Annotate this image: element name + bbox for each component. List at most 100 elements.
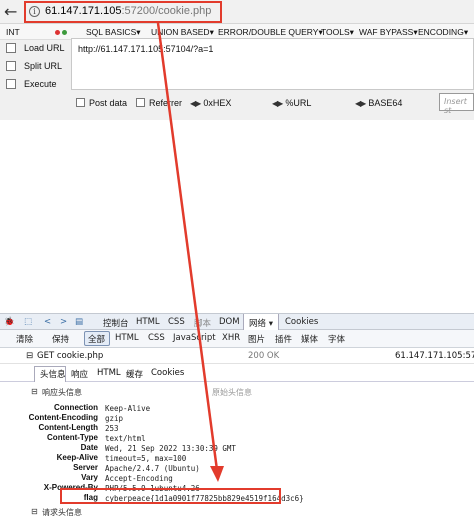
inspect-icon[interactable]: ⬚ [24,317,32,327]
address-bar: ← i 61.147.171.105:57200/cookie.php [0,0,474,24]
filter-html[interactable]: HTML [115,333,139,343]
tab-css[interactable]: CSS [168,317,185,327]
filter-media[interactable]: 媒体 [301,333,318,345]
response-headers-title: 响应头信息 [42,388,82,397]
filter-css[interactable]: CSS [148,333,165,343]
url-host: 61.147.171.105 [45,5,122,17]
referrer-checkbox[interactable]: Referrer [136,98,182,108]
request-status: 200 OK [248,351,280,361]
base64-arrows-icon: ◀▶ [355,99,366,108]
arrow-head [210,466,224,482]
menu-encoding[interactable]: ENCODING▾ [418,27,468,38]
url-encode-button[interactable]: ◀▶ %URL [272,98,311,108]
tab-console[interactable]: 控制台 [103,317,129,329]
filter-javascript[interactable]: JavaScript [173,333,216,343]
tab-detail-cookies[interactable]: Cookies [151,368,184,378]
request-label: GET cookie.php [37,351,104,361]
header-key: Content-Encoding [28,413,98,422]
base64-encode-button[interactable]: ◀▶ BASE64 [355,98,402,108]
header-key: Server [73,463,98,472]
referrer-check-icon [136,98,145,107]
filter-images[interactable]: 图片 [248,333,265,345]
request-headers-section: ⊟ 请求头信息 [0,507,474,518]
load-url-icon [6,43,16,53]
filter-all[interactable]: 全部 [88,333,105,345]
menu-encoding-label: ENCODING [418,27,464,37]
menu-error-label: ERROR/DOUBLE QUERY [218,27,319,37]
menu-tools-label: TOOLS [321,27,350,37]
url-textarea[interactable]: http://61.147.171.105:57104/?a=1 [71,38,474,90]
tab-network[interactable]: 网络 ▾ [249,317,273,329]
tab-detail-html[interactable]: HTML [97,368,121,378]
header-value: Accept-Encoding [105,474,173,483]
red-dot-icon [55,30,60,35]
execute-icon [6,79,16,89]
green-dot-icon [62,30,68,35]
info-icon[interactable]: i [29,6,40,17]
raw-headers-link[interactable]: 原始头信息 [212,387,252,398]
hex-label: 0xHEX [203,98,232,108]
request-row[interactable]: ⊟ GET cookie.php 200 OK 61.147.171.105:5… [0,348,474,364]
header-value: 253 [105,424,119,433]
menu-waf-label: WAF BYPASS [359,27,414,37]
header-value: Apache/2.4.7 (Ubuntu) [105,464,200,473]
nav-forward-icon[interactable]: > [60,317,67,327]
request-detail-tabs: 头信息 响应 HTML 缓存 Cookies [0,364,474,382]
response-headers-section: ⊟ 响应头信息 原始头信息 [0,385,474,399]
back-arrow-icon[interactable]: ← [4,3,22,21]
devtools-toolbar: 🐞 ⬚ < > ▤ 控制台 HTML CSS 脚本 DOM 网络 ▾ Cooki… [0,313,474,330]
collapse-icon[interactable]: ⊟ [26,351,33,361]
tab-cache[interactable]: 缓存 [126,368,143,380]
header-value: text/html [105,434,146,443]
menu-union-based[interactable]: UNION BASED▾ [151,27,214,38]
flag-highlight-box [60,488,281,504]
section-collapse-icon[interactable]: ⊟ [31,387,38,396]
referrer-label: Referrer [149,98,183,108]
firebug-icon[interactable]: 🐞 [4,317,15,327]
menu-sql-basics-label: SQL BASICS [86,27,137,37]
nav-back-icon[interactable]: < [44,317,51,327]
network-filter-bar: 清除 保持 全部 HTML CSS JavaScript XHR 图片 插件 媒… [0,330,474,348]
menu-int[interactable]: INT [6,27,20,37]
split-url-button[interactable]: Split URL [24,61,62,71]
insert-string-input[interactable]: Insert st [439,93,474,115]
menu-sql-basics[interactable]: SQL BASICS▾ [86,27,141,38]
console-icon[interactable]: ▤ [75,317,83,327]
hex-encode-button[interactable]: ◀▶ 0xHEX [190,98,231,108]
request-section-collapse-icon[interactable]: ⊟ [31,507,38,516]
post-data-label: Post data [89,98,128,108]
post-data-checkbox[interactable]: Post data [76,98,127,108]
filter-plugins[interactable]: 插件 [275,333,292,345]
tab-headers[interactable]: 头信息 [40,368,66,380]
header-value: timeout=5, max=100 [105,454,187,463]
split-url-icon [6,61,16,71]
tab-response[interactable]: 响应 [71,368,88,380]
header-value: gzip [105,414,124,423]
header-key: Content-Length [38,423,98,432]
filter-xhr[interactable]: XHR [222,333,240,343]
url-arrows-icon: ◀▶ [272,99,283,108]
header-key: Vary [81,473,98,482]
tab-html[interactable]: HTML [136,317,160,327]
tab-script[interactable]: 脚本 [194,317,211,329]
url-path: :57200/cookie.php [121,5,212,17]
url-field[interactable]: 61.147.171.105:57200/cookie.php [45,5,211,17]
url-encode-label: %URL [285,98,312,108]
execute-button[interactable]: Execute [24,79,57,89]
menu-error-double-query[interactable]: ERROR/DOUBLE QUERY▾ [218,27,323,38]
tab-cookies[interactable]: Cookies [285,317,318,327]
menu-tools[interactable]: TOOLS▾ [321,27,354,38]
load-url-button[interactable]: Load URL [24,43,65,53]
menu-waf-bypass[interactable]: WAF BYPASS▾ [359,27,418,38]
header-key: Date [80,443,98,452]
persist-button[interactable]: 保持 [52,333,69,345]
header-key: Content-Type [47,433,98,442]
request-headers-title: 请求头信息 [42,508,82,517]
post-data-check-icon [76,98,85,107]
clear-button[interactable]: 清除 [16,333,33,345]
header-value: Wed, 21 Sep 2022 13:30:39 GMT [105,444,236,453]
menu-union-based-label: UNION BASED [151,27,210,37]
filter-fonts[interactable]: 字体 [328,333,345,345]
header-key: Connection [54,403,98,412]
tab-dom[interactable]: DOM [219,317,240,327]
